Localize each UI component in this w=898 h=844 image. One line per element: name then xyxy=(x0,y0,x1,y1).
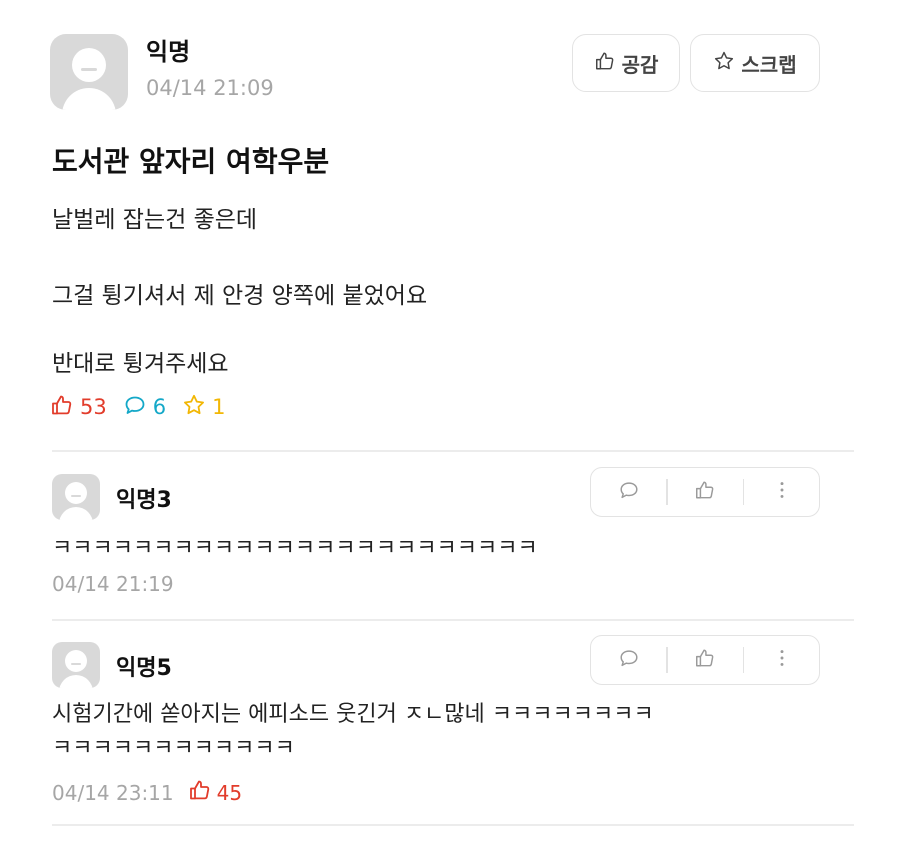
reply-button[interactable] xyxy=(591,468,666,516)
post-author-name: 익명 xyxy=(146,38,191,66)
comment-meta: 04/14 23:11 45 xyxy=(52,778,242,807)
divider xyxy=(52,824,854,826)
post-title: 도서관 앞자리 여학우분 xyxy=(52,145,330,178)
like-button[interactable]: 공감 xyxy=(572,34,680,92)
speech-bubble-icon xyxy=(123,393,147,422)
avatar-face xyxy=(71,495,81,497)
thumbs-up-icon xyxy=(50,393,74,422)
author-avatar xyxy=(50,34,128,110)
post-body-line: 반대로 튕겨주세요 xyxy=(52,351,229,377)
comment-avatar xyxy=(52,642,100,688)
avatar-head xyxy=(65,482,87,504)
like-button-label: 공감 xyxy=(621,52,659,77)
comment-text: ㅋㅋㅋㅋㅋㅋㅋㅋㅋㅋㅋㅋㅋㅋㅋㅋㅋㅋㅋㅋㅋㅋㅋㅋ xyxy=(52,532,538,566)
comment-like-button[interactable] xyxy=(668,636,743,684)
star-icon xyxy=(182,393,206,422)
comment-timestamp: 04/14 21:19 xyxy=(52,572,174,596)
more-options-button[interactable] xyxy=(744,468,819,516)
comment-action-bar xyxy=(590,635,820,685)
vertical-dots-icon xyxy=(771,647,793,673)
comment-text-line: ㅋㅋㅋㅋㅋㅋㅋㅋㅋㅋㅋㅋㅋㅋㅋㅋㅋㅋㅋㅋㅋㅋㅋㅋ xyxy=(52,536,538,561)
avatar-body xyxy=(59,507,93,520)
comment-item: 익명3 ㅋㅋㅋㅋㅋㅋㅋㅋㅋㅋㅋㅋㅋㅋㅋㅋㅋㅋㅋㅋㅋㅋㅋㅋ 04/14 21:19 xyxy=(52,466,820,612)
post-body-line: 그걸 튕기셔서 제 안경 양쪽에 붙었어요 xyxy=(52,283,428,309)
thumbs-up-icon xyxy=(694,479,716,505)
post-body-line: 날벌레 잡는건 좋은데 xyxy=(52,207,258,233)
comment-count-value: 6 xyxy=(152,395,167,419)
star-icon xyxy=(713,50,735,77)
avatar-face xyxy=(81,68,97,71)
more-options-button[interactable] xyxy=(744,636,819,684)
comment-author-name: 익명3 xyxy=(116,488,172,513)
speech-bubble-icon xyxy=(618,647,640,673)
comment-like-count: 45 xyxy=(188,778,242,807)
avatar-body xyxy=(62,88,116,110)
comment-text-line: ㅋㅋㅋㅋㅋㅋㅋㅋㅋㅋㅋㅋ xyxy=(52,736,295,761)
comment-action-bar xyxy=(590,467,820,517)
post-stats: 53 6 1 xyxy=(50,392,225,422)
comment-item: 익명5 시험기간에 쏟아지는 에피소드 웃긴거 ㅈㄴ많네 ㅋㅋㅋㅋㅋㅋㅋㅋ ㅋㅋ… xyxy=(52,634,820,814)
like-count-value: 53 xyxy=(80,395,107,419)
avatar-head xyxy=(72,48,106,82)
avatar-head xyxy=(65,650,87,672)
comment-like-button[interactable] xyxy=(668,468,743,516)
comment-author-name: 익명5 xyxy=(116,656,172,681)
post-header: 익명 04/14 21:09 공감 스크랩 xyxy=(50,30,820,110)
comment-avatar xyxy=(52,474,100,520)
comment-text: 시험기간에 쏟아지는 에피소드 웃긴거 ㅈㄴ많네 ㅋㅋㅋㅋㅋㅋㅋㅋ ㅋㅋㅋㅋㅋㅋ… xyxy=(52,698,654,766)
thumbs-up-icon xyxy=(594,50,616,77)
vertical-dots-icon xyxy=(771,479,793,505)
scrap-count-value: 1 xyxy=(212,395,226,419)
divider xyxy=(52,619,854,621)
comment-meta: 04/14 21:19 xyxy=(52,572,174,596)
avatar-body xyxy=(59,675,93,688)
thumbs-up-icon xyxy=(694,647,716,673)
reply-button[interactable] xyxy=(591,636,666,684)
comment-like-count-value: 45 xyxy=(216,780,243,805)
post-timestamp: 04/14 21:09 xyxy=(146,76,274,100)
avatar-face xyxy=(71,663,81,665)
scrap-count: 1 xyxy=(182,393,225,422)
thumbs-up-icon xyxy=(188,778,212,807)
divider xyxy=(52,450,854,452)
scrap-button-label: 스크랩 xyxy=(741,52,797,77)
comment-count: 6 xyxy=(123,393,166,422)
scrap-button[interactable]: 스크랩 xyxy=(690,34,820,92)
speech-bubble-icon xyxy=(618,479,640,505)
comment-text-line: 시험기간에 쏟아지는 에피소드 웃긴거 ㅈㄴ많네 ㅋㅋㅋㅋㅋㅋㅋㅋ xyxy=(52,702,654,727)
like-count: 53 xyxy=(50,393,107,422)
comment-timestamp: 04/14 23:11 xyxy=(52,780,174,805)
